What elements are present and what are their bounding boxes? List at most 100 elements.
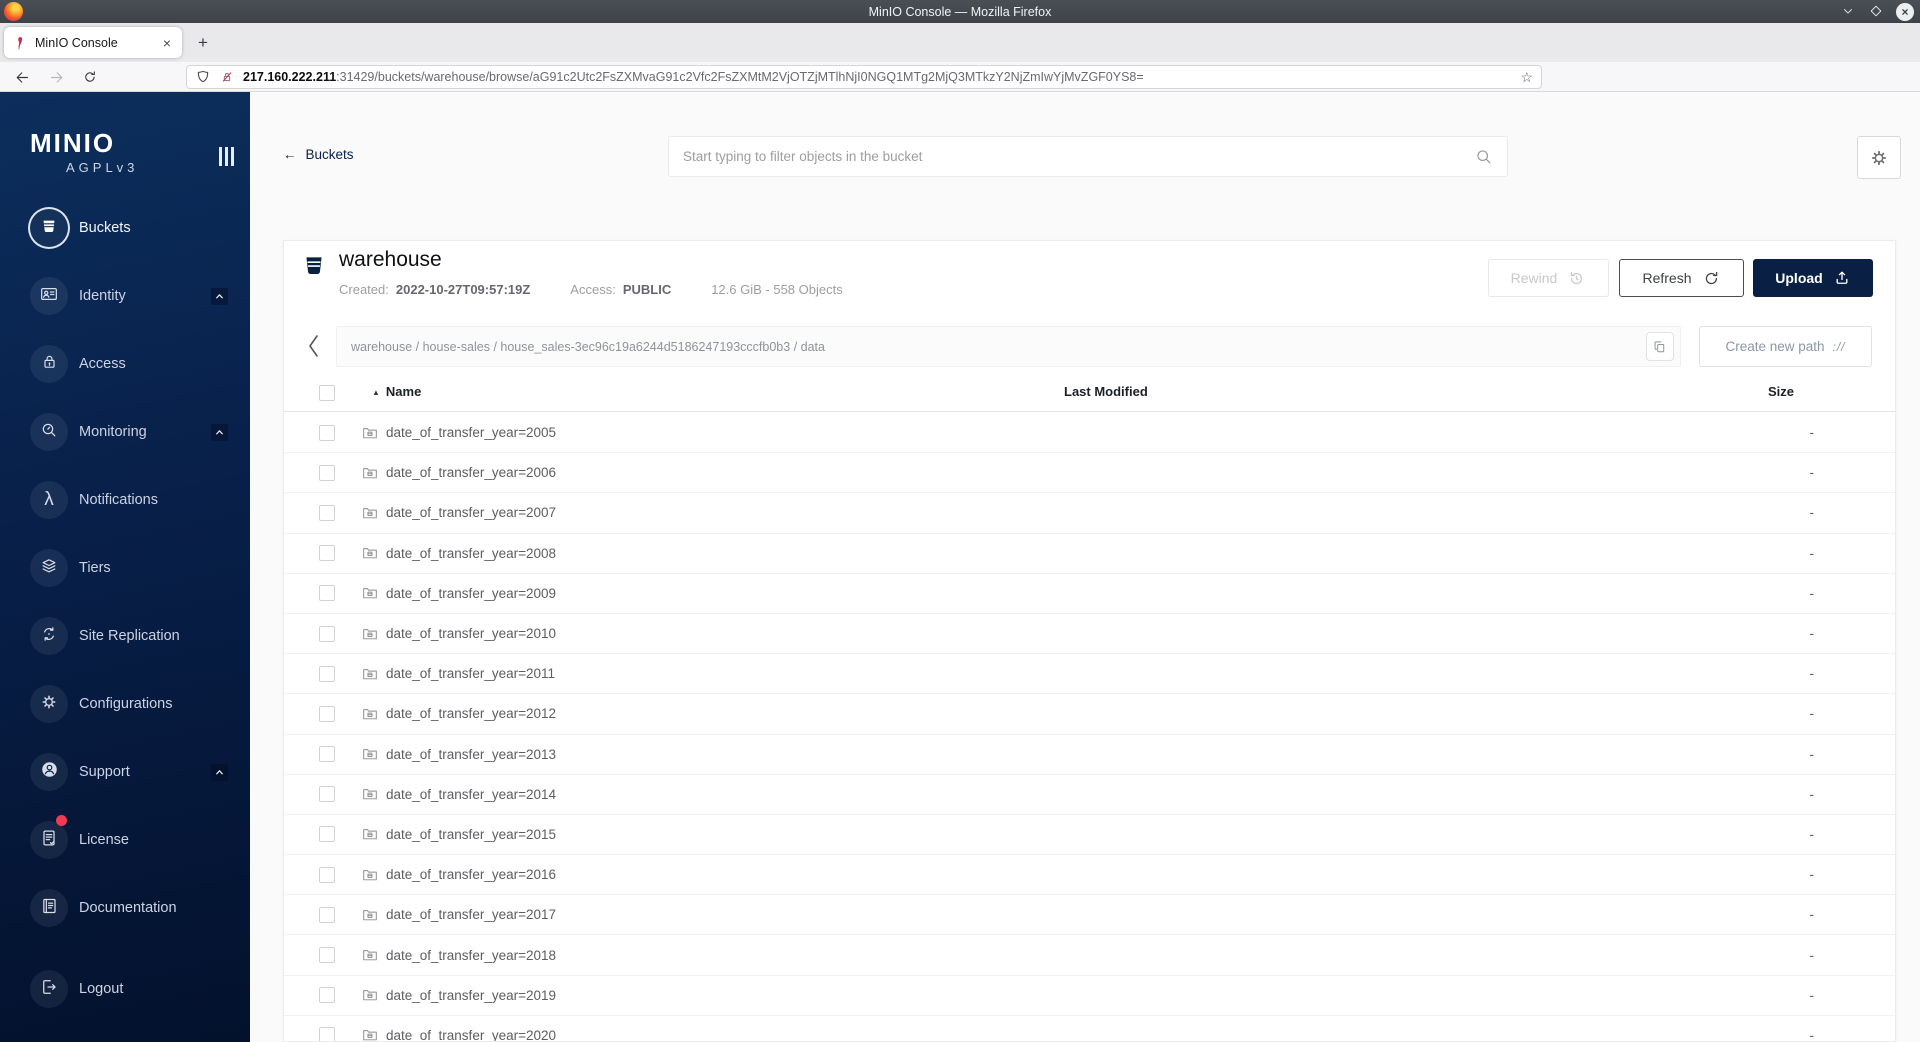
tab-close-icon[interactable]: ×: [161, 35, 173, 51]
back-to-buckets-link[interactable]: ← Buckets: [283, 147, 354, 162]
row-checkbox[interactable]: [319, 585, 335, 602]
sidebar-item[interactable]: λ Notifications: [0, 466, 250, 534]
window-minimize-icon[interactable]: [1840, 4, 1856, 20]
bucket-icon: [39, 216, 59, 241]
window-title: MinIO Console — Mozilla Firefox: [868, 4, 1052, 19]
table-row[interactable]: date_of_transfer_year=2013 -: [284, 735, 1895, 775]
browser-tab-minio-console[interactable]: MinIO Console ×: [4, 27, 182, 58]
chevron-up-icon[interactable]: [211, 763, 228, 781]
sidebar-item[interactable]: Buckets: [0, 194, 250, 262]
row-checkbox[interactable]: [319, 665, 335, 682]
table-row[interactable]: date_of_transfer_year=2017 -: [284, 895, 1895, 936]
folder-icon: [361, 424, 379, 442]
table-row[interactable]: date_of_transfer_year=2010 -: [284, 614, 1895, 655]
object-name: date_of_transfer_year=2014: [386, 786, 557, 802]
object-size: -: [1809, 907, 1815, 923]
folder-icon: [361, 745, 379, 763]
sidebar-item[interactable]: Monitoring: [0, 398, 250, 466]
sidebar-item[interactable]: Access: [0, 330, 250, 398]
sidebar-item[interactable]: Configurations: [0, 670, 250, 738]
search-input[interactable]: [683, 149, 1474, 164]
sidebar-item[interactable]: Tiers: [0, 534, 250, 602]
bucket-meta: Created: 2022-10-27T09:57:19Z Access: PU…: [339, 282, 843, 297]
table-row[interactable]: date_of_transfer_year=2005 -: [284, 413, 1895, 454]
table-row[interactable]: date_of_transfer_year=2006 -: [284, 453, 1895, 494]
bucket-name: warehouse: [339, 248, 442, 271]
table-header: ▲ Name Last Modified Size: [284, 376, 1895, 412]
browser-tab-bar: MinIO Console × +: [0, 23, 1920, 62]
table-row[interactable]: date_of_transfer_year=2018 -: [284, 935, 1895, 976]
sidebar-item[interactable]: Site Replication: [0, 602, 250, 670]
object-size: -: [1809, 666, 1815, 682]
column-size[interactable]: Size: [1768, 384, 1794, 399]
column-last-modified[interactable]: Last Modified: [1064, 384, 1148, 399]
copy-path-button[interactable]: [1646, 332, 1674, 361]
tiers-icon: [39, 556, 59, 581]
select-all-checkbox[interactable]: [319, 385, 335, 401]
column-name[interactable]: ▲ Name: [372, 384, 421, 399]
row-checkbox[interactable]: [319, 947, 335, 964]
row-checkbox[interactable]: [319, 906, 335, 923]
row-checkbox[interactable]: [319, 786, 335, 803]
browser-reload-icon[interactable]: [78, 65, 102, 89]
settings-gear-button[interactable]: [1857, 136, 1901, 179]
row-checkbox[interactable]: [319, 625, 335, 642]
upload-button[interactable]: Upload: [1753, 259, 1873, 297]
sidebar-collapse-icon[interactable]: [219, 147, 234, 166]
sidebar-item[interactable]: Documentation: [0, 874, 250, 942]
table-row[interactable]: date_of_transfer_year=2007 -: [284, 493, 1895, 534]
table-row[interactable]: date_of_transfer_year=2019 -: [284, 976, 1895, 1016]
row-checkbox[interactable]: [319, 746, 335, 763]
row-checkbox[interactable]: [319, 866, 335, 883]
table-row[interactable]: date_of_transfer_year=2020 -: [284, 1016, 1895, 1042]
create-new-path-button[interactable]: Create new path ://: [1699, 326, 1872, 367]
browser-forward-icon[interactable]: [44, 65, 68, 89]
object-size: -: [1809, 1027, 1815, 1042]
window-close-icon[interactable]: ×: [1896, 2, 1914, 21]
row-checkbox[interactable]: [319, 987, 335, 1004]
insecure-lock-icon[interactable]: [219, 69, 235, 85]
object-name: date_of_transfer_year=2006: [386, 465, 557, 481]
bucket-summary: 12.6 GiB - 558 Objects: [711, 282, 843, 297]
window-maximize-icon[interactable]: [1868, 4, 1884, 20]
shield-permissions-icon[interactable]: [195, 69, 211, 85]
new-tab-button[interactable]: +: [190, 30, 216, 56]
table-row[interactable]: date_of_transfer_year=2016 -: [284, 855, 1895, 896]
row-checkbox[interactable]: [319, 545, 335, 562]
row-checkbox[interactable]: [319, 826, 335, 843]
sidebar-item[interactable]: License: [0, 806, 250, 874]
sidebar-item[interactable]: Identity: [0, 262, 250, 330]
folder-icon: [361, 1026, 379, 1041]
table-row[interactable]: date_of_transfer_year=2014 -: [284, 775, 1895, 815]
table-row[interactable]: date_of_transfer_year=2009 -: [284, 574, 1895, 614]
table-row[interactable]: date_of_transfer_year=2015 -: [284, 815, 1895, 856]
path-icon: ://: [1832, 339, 1846, 354]
refresh-button[interactable]: Refresh: [1619, 259, 1744, 297]
chevron-up-icon[interactable]: [211, 423, 228, 441]
row-checkbox[interactable]: [319, 464, 335, 481]
chevron-up-icon[interactable]: [211, 287, 228, 305]
path-back-chevron-icon[interactable]: [304, 332, 322, 365]
folder-icon: [361, 625, 379, 643]
sidebar-item[interactable]: Logout: [0, 955, 250, 1023]
row-checkbox[interactable]: [319, 424, 335, 441]
object-size: -: [1809, 867, 1815, 883]
browser-back-icon[interactable]: [10, 65, 34, 89]
bookmark-star-icon[interactable]: ☆: [1520, 69, 1533, 86]
folder-icon: [361, 785, 379, 803]
row-checkbox[interactable]: [319, 504, 335, 521]
row-checkbox[interactable]: [319, 705, 335, 722]
folder-icon: [361, 504, 379, 522]
row-checkbox[interactable]: [319, 1027, 335, 1041]
rewind-button[interactable]: Rewind: [1488, 259, 1609, 297]
url-bar[interactable]: 217.160.222.211:31429/buckets/warehouse/…: [186, 65, 1542, 89]
table-row[interactable]: date_of_transfer_year=2011 -: [284, 654, 1895, 695]
folder-icon: [361, 866, 379, 884]
table-row[interactable]: date_of_transfer_year=2008 -: [284, 534, 1895, 574]
object-size: -: [1809, 505, 1815, 521]
minio-license-tag: AGPLv3: [66, 160, 139, 175]
sidebar-item[interactable]: Support: [0, 738, 250, 806]
table-row[interactable]: date_of_transfer_year=2012 -: [284, 694, 1895, 735]
breadcrumb[interactable]: warehouse / house-sales / house_sales-3e…: [351, 340, 1646, 354]
object-name: date_of_transfer_year=2010: [386, 626, 557, 642]
